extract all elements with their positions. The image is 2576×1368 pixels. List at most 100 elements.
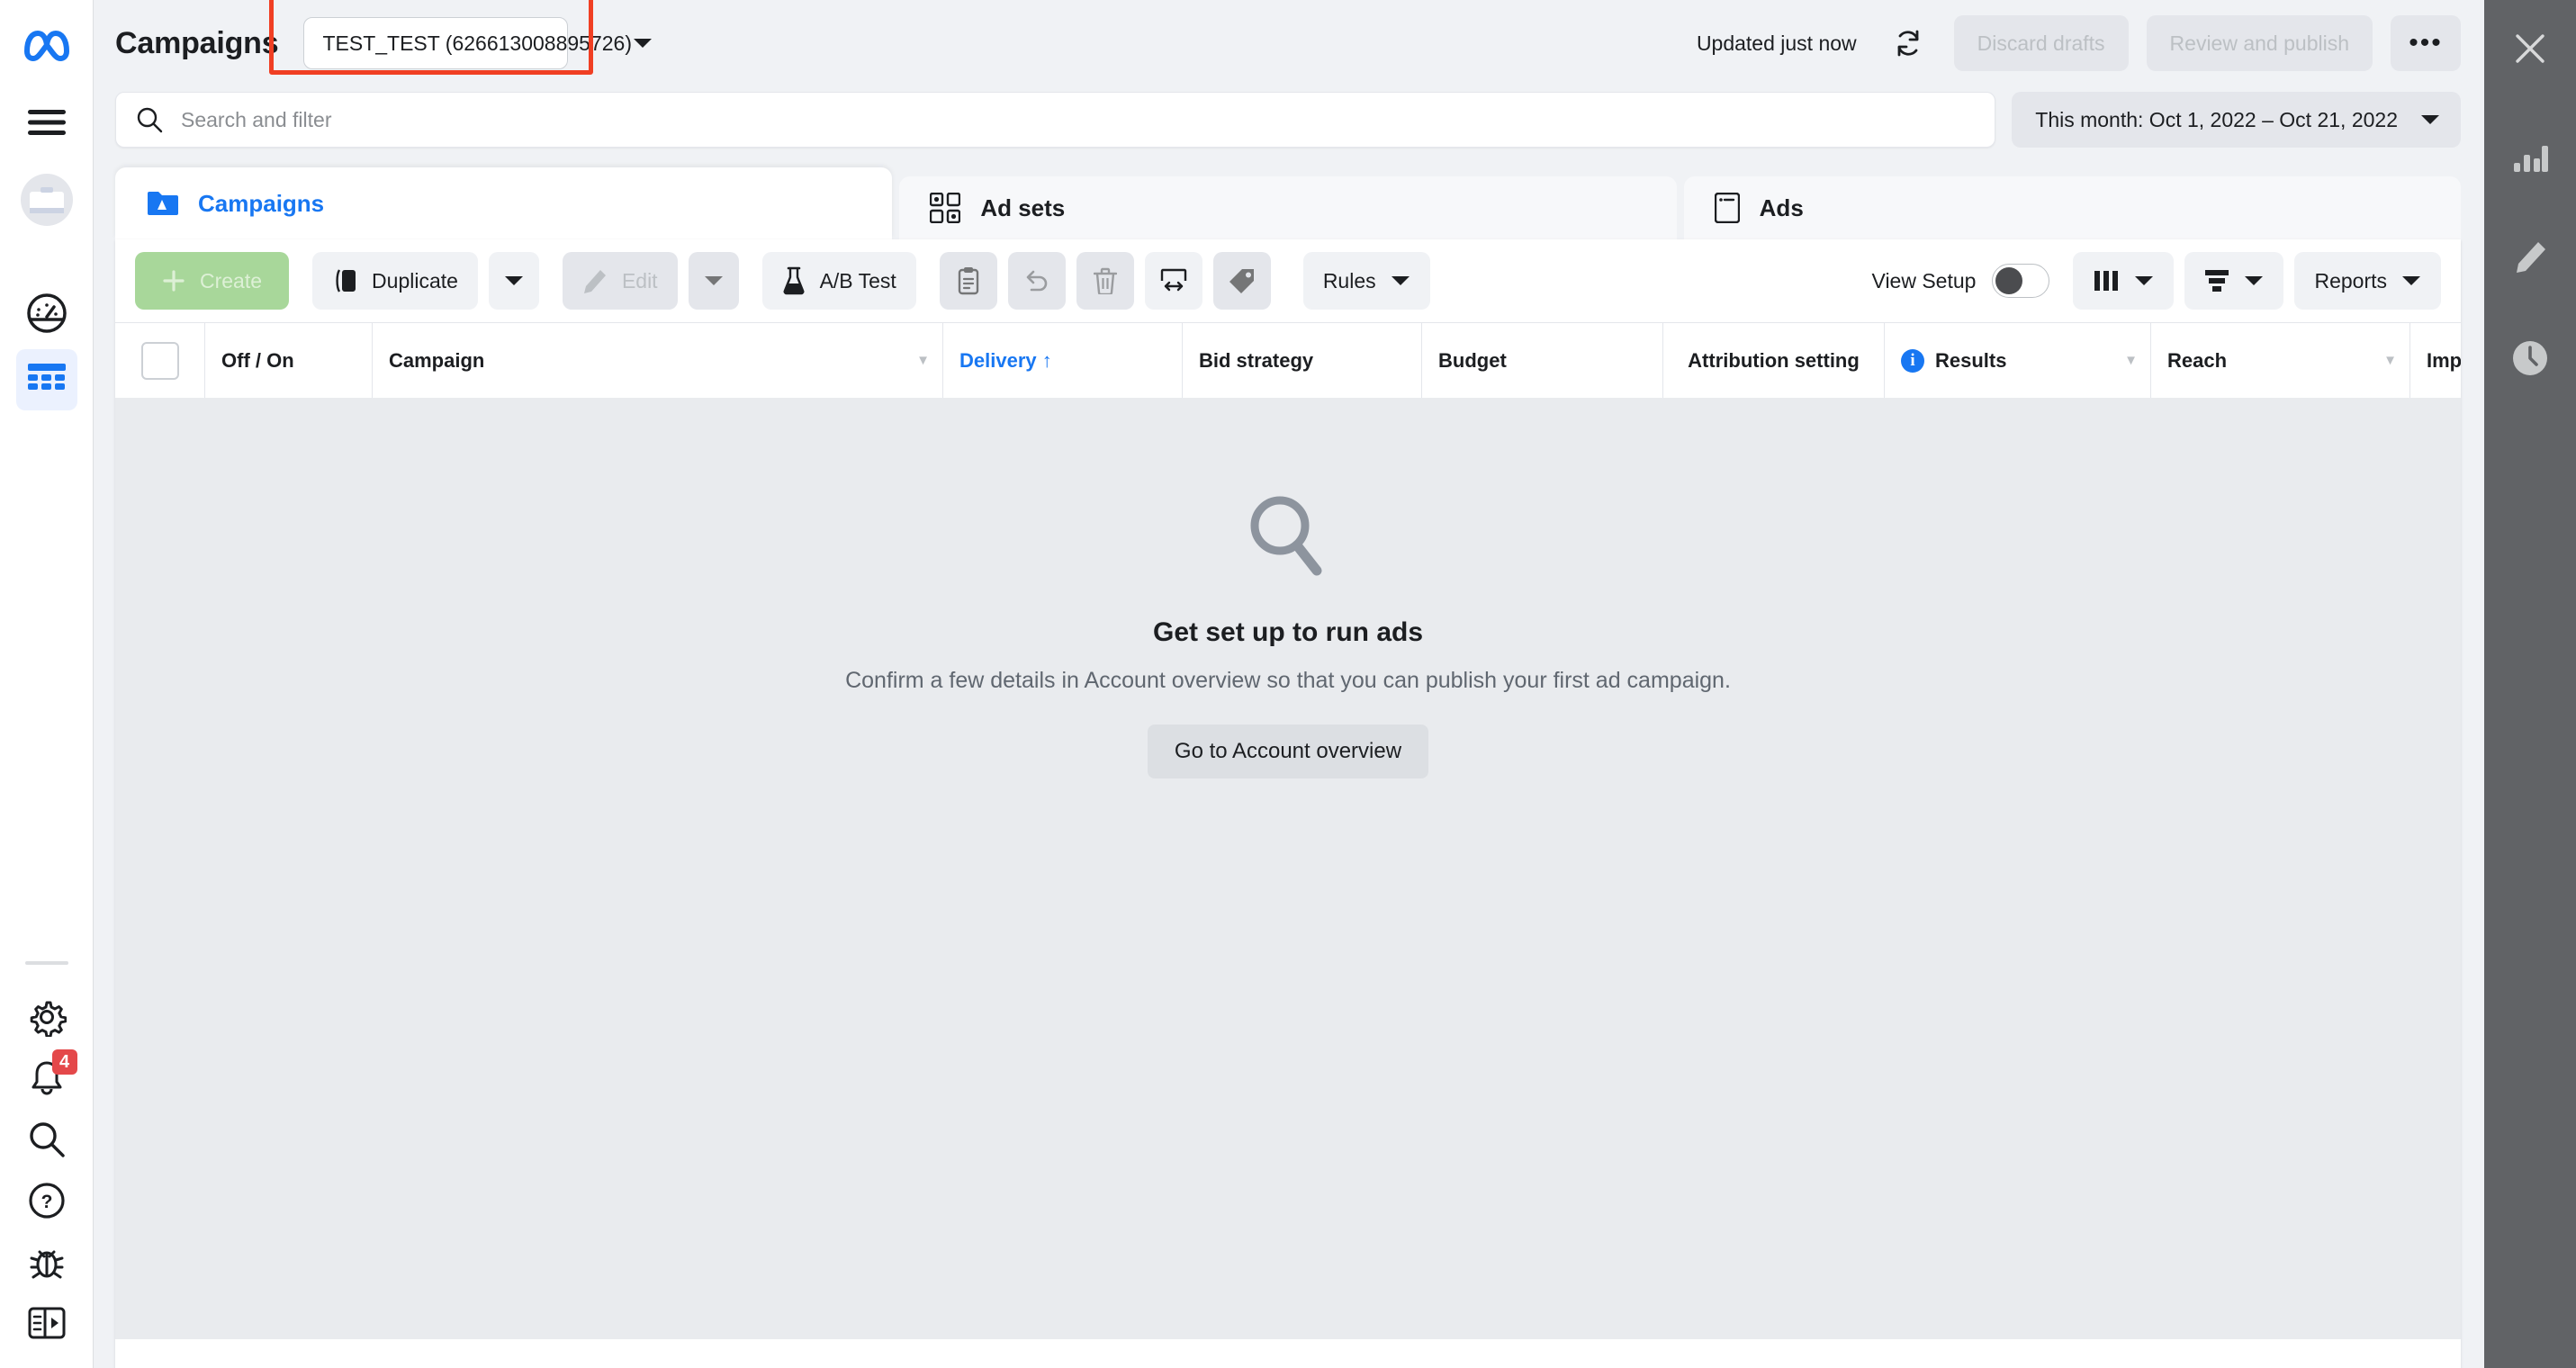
account-overview-icon[interactable] bbox=[16, 283, 77, 344]
left-navigation-rail: 4 ? bbox=[0, 0, 94, 1368]
chevron-down-icon bbox=[632, 37, 653, 50]
magnifier-icon bbox=[1241, 490, 1335, 583]
close-icon[interactable] bbox=[2496, 14, 2564, 83]
chevron-down-icon bbox=[2244, 275, 2264, 287]
create-button-label: Create bbox=[200, 268, 263, 292]
help-question-icon[interactable]: ? bbox=[16, 1170, 77, 1231]
duplicate-button[interactable]: Duplicate bbox=[312, 252, 478, 310]
column-header-results[interactable]: i Results ▼ bbox=[1885, 323, 2151, 398]
duplicate-button-label: Duplicate bbox=[372, 268, 458, 292]
edit-button[interactable]: Edit bbox=[562, 252, 678, 310]
rail-divider bbox=[24, 961, 68, 965]
date-range-selector[interactable]: This month: Oct 1, 2022 – Oct 21, 2022 bbox=[2012, 92, 2461, 148]
ads-page-icon bbox=[1714, 193, 1740, 223]
ab-test-button[interactable]: A/B Test bbox=[761, 252, 916, 310]
update-status-text: Updated just now bbox=[1696, 31, 1857, 55]
column-label: Bid strategy bbox=[1199, 348, 1314, 372]
discard-drafts-button[interactable]: Discard drafts bbox=[1953, 15, 2129, 71]
empty-state: Get set up to run ads Confirm a few deta… bbox=[115, 398, 2461, 1339]
empty-state-subtitle: Confirm a few details in Account overvie… bbox=[845, 668, 1731, 693]
expand-panel-icon[interactable] bbox=[16, 1292, 77, 1354]
reports-button-label: Reports bbox=[2314, 268, 2387, 292]
edit-dropdown-button[interactable] bbox=[688, 252, 739, 310]
columns-icon bbox=[2093, 269, 2120, 292]
paste-button[interactable] bbox=[939, 252, 997, 310]
chevron-down-icon bbox=[2419, 113, 2441, 126]
menu-hamburger-icon[interactable] bbox=[16, 92, 77, 153]
ab-test-button-label: A/B Test bbox=[819, 268, 896, 292]
column-header-campaign[interactable]: Campaign ▼ bbox=[373, 323, 943, 398]
tag-button[interactable] bbox=[1212, 252, 1271, 310]
select-all-checkbox[interactable] bbox=[140, 341, 179, 380]
table-header-row: Off / On Campaign ▼ Delivery ↑ Bid strat… bbox=[115, 322, 2461, 398]
flask-icon bbox=[782, 266, 806, 295]
breakdown-button[interactable] bbox=[2184, 252, 2284, 310]
account-selector-label: TEST_TEST (626613008895726) bbox=[322, 31, 632, 55]
empty-state-title: Get set up to run ads bbox=[1152, 617, 1424, 647]
toggle-knob bbox=[1995, 267, 2023, 294]
review-and-publish-button[interactable]: Review and publish bbox=[2146, 15, 2373, 71]
column-header-impressions[interactable]: Impres bbox=[2410, 323, 2461, 398]
reports-button[interactable]: Reports bbox=[2294, 252, 2441, 310]
notification-badge-count: 4 bbox=[51, 1049, 77, 1075]
account-selector[interactable]: TEST_TEST (626613008895726) bbox=[303, 17, 652, 69]
duplicate-dropdown-button[interactable] bbox=[488, 252, 539, 310]
undo-icon bbox=[1023, 268, 1050, 293]
export-button[interactable] bbox=[1144, 252, 1202, 310]
refresh-button[interactable] bbox=[1879, 15, 1936, 71]
chevron-down-icon bbox=[504, 275, 524, 287]
column-header-off-on[interactable]: Off / On bbox=[205, 323, 373, 398]
chevron-down-icon[interactable]: ▼ bbox=[916, 353, 930, 368]
column-label: Budget bbox=[1438, 348, 1507, 372]
column-label: Campaign bbox=[389, 348, 485, 372]
column-header-delivery[interactable]: Delivery ↑ bbox=[943, 323, 1183, 398]
info-icon[interactable]: i bbox=[1901, 348, 1924, 373]
clipboard-icon bbox=[957, 266, 980, 295]
avatar-image bbox=[20, 174, 73, 226]
tab-ads-label: Ads bbox=[1759, 194, 1804, 221]
column-header-bid-strategy[interactable]: Bid strategy bbox=[1183, 323, 1422, 398]
bar-chart-icon[interactable] bbox=[2496, 122, 2564, 191]
column-header-attribution-setting[interactable]: Attribution setting bbox=[1663, 323, 1885, 398]
campaigns-table-icon[interactable] bbox=[15, 349, 77, 410]
breakdown-icon bbox=[2204, 269, 2229, 292]
go-to-account-overview-button[interactable]: Go to Account overview bbox=[1147, 724, 1429, 778]
campaigns-folder-icon bbox=[146, 190, 178, 217]
account-selector-wrapper: TEST_TEST (626613008895726) bbox=[269, 0, 652, 75]
columns-button[interactable] bbox=[2073, 252, 2175, 310]
trash-icon bbox=[1093, 267, 1117, 294]
tab-adsets-label: Ad sets bbox=[980, 194, 1066, 221]
tab-ads[interactable]: Ads bbox=[1683, 176, 2461, 239]
notifications-bell-icon[interactable]: 4 bbox=[16, 1048, 77, 1109]
page-title: Campaigns bbox=[115, 25, 279, 60]
rules-button-label: Rules bbox=[1322, 268, 1376, 292]
column-header-budget[interactable]: Budget bbox=[1422, 323, 1663, 398]
page-header: Campaigns TEST_TEST (626613008895726) Up… bbox=[94, 0, 2484, 86]
column-header-reach[interactable]: Reach ▼ bbox=[2151, 323, 2410, 398]
view-setup-toggle[interactable] bbox=[1992, 264, 2050, 298]
chevron-down-icon[interactable]: ▼ bbox=[2124, 353, 2138, 368]
tab-campaigns[interactable]: Campaigns bbox=[115, 167, 893, 239]
campaigns-panel: Create Duplicate Edit A/B Test Rules Vie… bbox=[115, 239, 2461, 1368]
chevron-down-icon[interactable]: ▼ bbox=[2383, 353, 2397, 368]
business-avatar[interactable] bbox=[16, 169, 77, 230]
search-input[interactable]: Search and filter bbox=[115, 92, 1996, 148]
undo-button[interactable] bbox=[1007, 252, 1066, 310]
search-placeholder: Search and filter bbox=[181, 107, 332, 131]
more-options-button[interactable]: ••• bbox=[2391, 15, 2461, 71]
column-label: Delivery ↑ bbox=[959, 348, 1052, 372]
svg-text:?: ? bbox=[41, 1192, 52, 1212]
tab-adsets[interactable]: Ad sets bbox=[899, 176, 1677, 239]
settings-gear-icon[interactable] bbox=[16, 986, 77, 1048]
pencil-icon[interactable] bbox=[2496, 223, 2564, 292]
delete-button[interactable] bbox=[1076, 252, 1134, 310]
create-button[interactable]: Create bbox=[135, 252, 290, 310]
rules-button[interactable]: Rules bbox=[1302, 252, 1430, 310]
search-icon[interactable] bbox=[16, 1109, 77, 1170]
meta-logo-icon[interactable] bbox=[16, 14, 77, 76]
bug-report-icon[interactable] bbox=[16, 1231, 77, 1292]
export-icon bbox=[1160, 268, 1187, 293]
column-label: Reach bbox=[2167, 348, 2228, 372]
tab-campaigns-label: Campaigns bbox=[198, 189, 325, 217]
clock-icon[interactable] bbox=[2496, 324, 2564, 392]
